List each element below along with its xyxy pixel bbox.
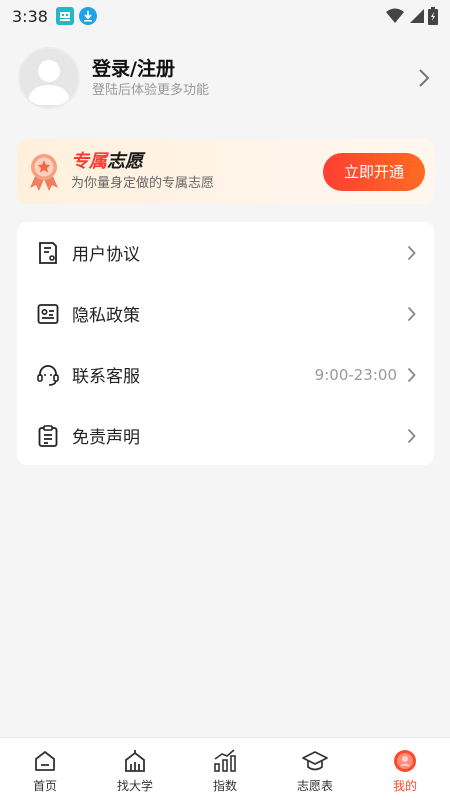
vip-title: 专属志愿	[71, 150, 214, 174]
vip-title-main: 志愿	[107, 150, 143, 172]
battery-icon	[428, 7, 438, 25]
chevron-right-icon[interactable]	[418, 68, 430, 88]
id-card-icon	[37, 303, 59, 324]
menu-item-customer-service[interactable]: 联系客服 9:00-23:00	[17, 344, 434, 405]
nav-label: 指数	[212, 779, 237, 793]
bottom-nav: 首页 找大学 指数 志愿表 我的	[0, 737, 450, 800]
menu-label: 用户协议	[72, 245, 140, 265]
clipboard-icon	[38, 424, 58, 447]
status-time: 3:38	[12, 6, 48, 26]
status-bar: 3:38	[0, 0, 450, 32]
chart-icon	[214, 749, 236, 772]
menu-label: 联系客服	[72, 367, 140, 387]
activate-now-button[interactable]: 立即开通	[323, 152, 425, 191]
download-icon	[78, 7, 97, 25]
vip-banner[interactable]: 专属志愿 为你量身定做的专属志愿 立即开通	[17, 139, 434, 204]
profile-icon	[394, 750, 416, 772]
menu-item-disclaimer[interactable]: 免责声明	[17, 405, 434, 466]
nav-index[interactable]: 指数	[180, 738, 270, 800]
home-icon	[35, 751, 55, 771]
menu-label: 隐私政策	[72, 306, 140, 326]
vip-subtitle: 为你量身定做的专属志愿	[71, 175, 215, 191]
university-icon	[125, 750, 145, 772]
nav-label: 我的	[392, 779, 417, 793]
wifi-icon	[386, 8, 404, 23]
nav-label: 找大学	[116, 779, 153, 793]
avatar[interactable]	[18, 47, 80, 109]
nav-application-form[interactable]: 志愿表	[270, 738, 360, 800]
nav-home[interactable]: 首页	[0, 738, 90, 800]
headset-icon	[37, 364, 59, 386]
chevron-right-icon	[407, 367, 416, 382]
nav-mine[interactable]: 我的	[360, 738, 450, 800]
settings-menu: 用户协议 隐私政策 联系客服 9:00-23:00 免责声明	[17, 222, 434, 465]
nav-label: 首页	[32, 779, 57, 793]
medal-icon	[30, 153, 58, 191]
signal-icon	[410, 9, 424, 23]
chevron-right-icon	[407, 245, 416, 260]
chevron-right-icon	[407, 306, 416, 321]
login-register-title[interactable]: 登录/注册	[92, 56, 209, 82]
graduation-cap-icon	[302, 751, 328, 771]
nav-label: 志愿表	[296, 779, 333, 793]
vip-title-accent: 专属	[71, 150, 107, 172]
nav-find-university[interactable]: 找大学	[90, 738, 180, 800]
app-notification-icon	[55, 7, 74, 25]
menu-item-user-agreement[interactable]: 用户协议	[17, 222, 434, 283]
menu-item-privacy-policy[interactable]: 隐私政策	[17, 283, 434, 344]
profile-login-row[interactable]: 登录/注册 登陆后体验更多功能	[18, 47, 432, 109]
login-hint: 登陆后体验更多功能	[92, 83, 210, 98]
service-hours: 9:00-23:00	[314, 365, 397, 384]
menu-label: 免责声明	[72, 428, 140, 448]
chevron-right-icon	[407, 428, 416, 443]
document-icon	[39, 241, 57, 264]
